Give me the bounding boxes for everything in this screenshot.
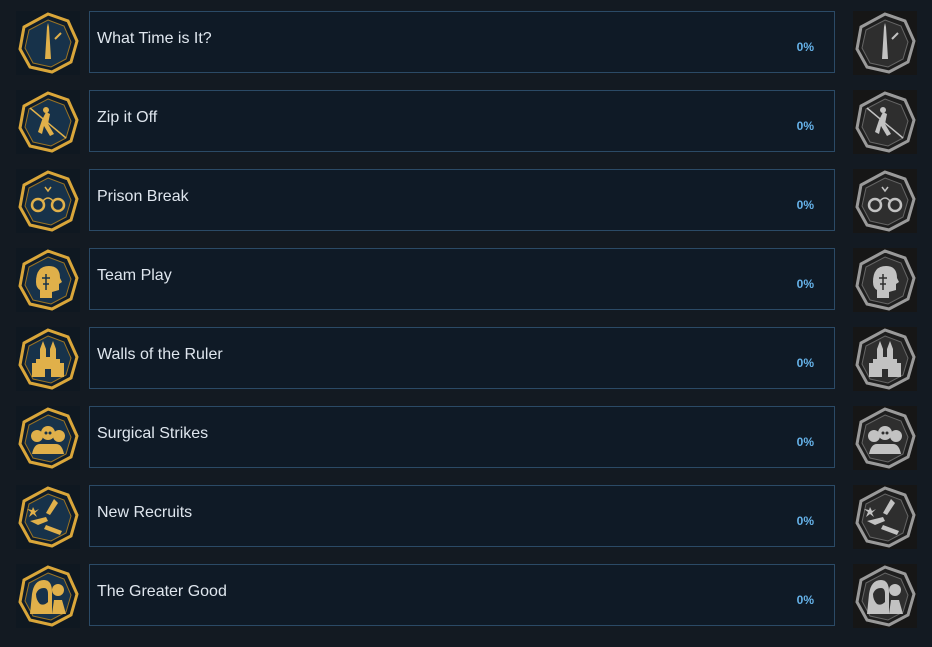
castle-icon xyxy=(853,327,917,391)
achievement-name: Surgical Strikes xyxy=(97,425,209,442)
obelisk-icon xyxy=(16,11,80,75)
achievement-name: Zip it Off xyxy=(97,109,158,126)
achievement-row: Team Play 0% xyxy=(0,248,932,327)
hands-reaching-icon xyxy=(853,485,917,549)
head-silhouette-icon xyxy=(16,248,80,312)
obelisk-icon xyxy=(853,11,917,75)
achievement-card[interactable]: New Recruits 0% xyxy=(89,485,835,547)
head-silhouette-icon xyxy=(853,248,917,312)
unlock-percent: 0% xyxy=(796,119,814,133)
achievement-name: Prison Break xyxy=(97,188,189,205)
unlock-percent: 0% xyxy=(796,593,814,607)
achievement-row: The Greater Good 0% xyxy=(0,564,932,643)
achievement-card[interactable]: What Time is It? 0% xyxy=(89,11,835,73)
unlock-percent: 0% xyxy=(796,277,814,291)
unlock-percent: 0% xyxy=(796,40,814,54)
achievement-card[interactable]: Zip it Off 0% xyxy=(89,90,835,152)
unlock-percent: 0% xyxy=(796,198,814,212)
hands-reaching-icon xyxy=(16,485,80,549)
achievement-row: What Time is It? 0% xyxy=(0,11,932,90)
achievement-name: New Recruits xyxy=(97,504,193,521)
achievement-name: The Greater Good xyxy=(97,583,227,600)
achievement-row: Prison Break 0% xyxy=(0,169,932,248)
achievement-list: What Time is It? 0% Zip it Off 0% Prison… xyxy=(0,0,932,647)
hooded-figures-icon xyxy=(853,564,917,628)
achievement-row: Zip it Off 0% xyxy=(0,90,932,169)
unlock-percent: 0% xyxy=(796,514,814,528)
unlock-percent: 0% xyxy=(796,356,814,370)
achievement-name: Team Play xyxy=(97,267,172,284)
achievement-name: What Time is It? xyxy=(97,30,212,47)
zipline-figure-icon xyxy=(853,90,917,154)
achievement-row: New Recruits 0% xyxy=(0,485,932,564)
hooded-figures-icon xyxy=(16,564,80,628)
achievement-card[interactable]: Prison Break 0% xyxy=(89,169,835,231)
achievement-row: Walls of the Ruler 0% xyxy=(0,327,932,406)
achievement-card[interactable]: The Greater Good 0% xyxy=(89,564,835,626)
achievement-row: Surgical Strikes 0% xyxy=(0,406,932,485)
skulls-group-icon xyxy=(16,406,80,470)
zipline-figure-icon xyxy=(16,90,80,154)
handcuffs-icon xyxy=(853,169,917,233)
unlock-percent: 0% xyxy=(796,435,814,449)
skulls-group-icon xyxy=(853,406,917,470)
castle-icon xyxy=(16,327,80,391)
achievement-card[interactable]: Surgical Strikes 0% xyxy=(89,406,835,468)
achievement-card[interactable]: Team Play 0% xyxy=(89,248,835,310)
achievement-card[interactable]: Walls of the Ruler 0% xyxy=(89,327,835,389)
handcuffs-icon xyxy=(16,169,80,233)
achievement-name: Walls of the Ruler xyxy=(97,346,223,363)
